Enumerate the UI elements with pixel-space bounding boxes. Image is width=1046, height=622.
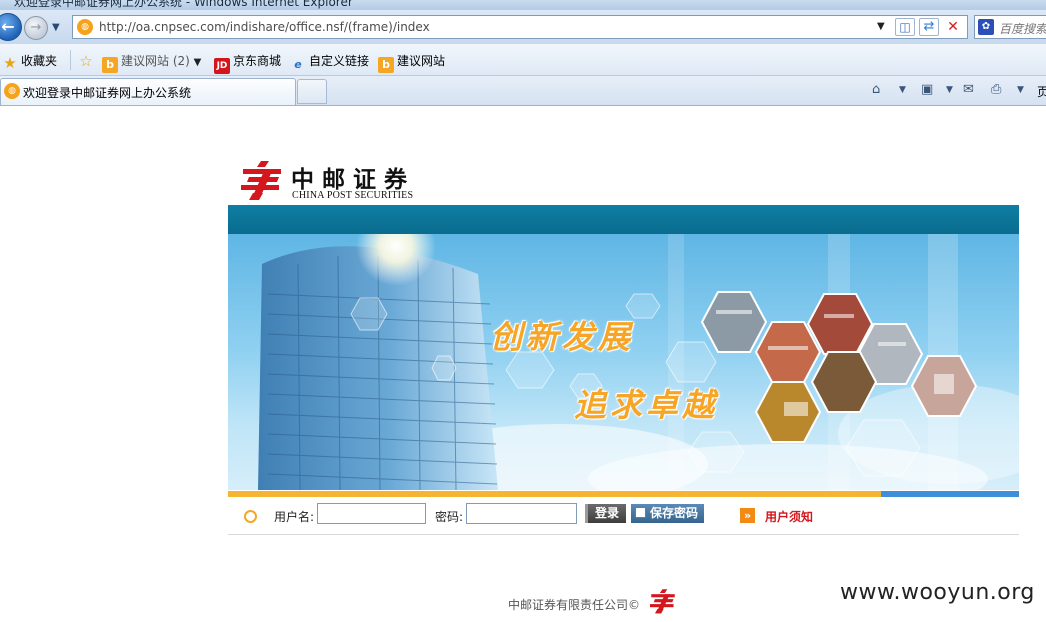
china-post-logo-icon: [241, 161, 281, 200]
banner-header-strip: [228, 205, 1019, 234]
stop-icon[interactable]: ✕: [943, 18, 963, 36]
password-label: 密码:: [435, 510, 464, 524]
search-placeholder[interactable]: 百度搜索: [999, 20, 1046, 37]
slogan-excellence: 追求卓越: [574, 386, 719, 424]
password-input[interactable]: [466, 503, 577, 524]
favorites-bar: ★ 收藏夹 ☆ b 建议网站 (2) ▼ JD 京东商城 e 自定义链接 b 建议网站: [0, 44, 1046, 76]
favorite-link-suggested[interactable]: b 建议网站: [378, 52, 445, 73]
slogan-innovation: 创新发展: [490, 318, 635, 356]
add-to-favorites-button[interactable]: ☆: [78, 52, 97, 69]
window-titlebar: 欢迎登录中邮证券网上办公系统 - Windows Internet Explor…: [0, 0, 1046, 10]
print-dropdown-icon[interactable]: ▼: [1017, 85, 1024, 95]
bing-icon: b: [378, 57, 394, 73]
favorites-star-icon: ★: [3, 54, 17, 72]
save-password-label: 保存密码: [650, 506, 699, 520]
tab-title: 欢迎登录中邮证券网上办公系统: [23, 86, 192, 100]
tab-bar: ◍ 欢迎登录中邮证券网上办公系统 ⌂ ▼ ▣ ▼ ✉ ⎙ ▼ 页: [0, 76, 1046, 106]
forward-button[interactable]: →: [24, 16, 48, 40]
favorite-link-suggested-sites[interactable]: b 建议网站 (2) ▼: [102, 52, 201, 73]
user-notice-link[interactable]: 用户须知: [765, 508, 813, 525]
username-label: 用户名:: [274, 510, 315, 524]
page-menu-button[interactable]: 页: [1037, 83, 1046, 100]
home-icon[interactable]: ⌂: [872, 82, 880, 97]
tab-favicon-icon: ◍: [4, 83, 20, 99]
back-button[interactable]: ←: [0, 13, 22, 41]
bing-icon: b: [102, 57, 118, 73]
new-tab-button[interactable]: [297, 79, 327, 104]
banner-artwork: [258, 234, 1019, 490]
tab-current[interactable]: ◍ 欢迎登录中邮证券网上办公系统: [0, 78, 296, 105]
login-form: 用户名: 密码: 登录 保存密码 » 用户须知: [228, 497, 1019, 535]
favorite-link-jd[interactable]: JD 京东商城: [214, 52, 281, 74]
footer-copyright: 中邮证券有限责任公司©: [508, 598, 641, 612]
search-box[interactable]: ✿ 百度搜索: [974, 15, 1046, 39]
double-arrow-icon: »: [740, 508, 755, 523]
compatibility-view-icon[interactable]: ◫: [895, 18, 915, 36]
address-dropdown-icon[interactable]: ▼: [877, 21, 885, 32]
login-button[interactable]: 登录: [585, 504, 626, 523]
watermark-text: www.wooyun.org: [840, 580, 1035, 605]
home-dropdown-icon[interactable]: ▼: [899, 85, 906, 95]
url-text[interactable]: http://oa.cnpsec.com/indishare/office.ns…: [99, 20, 430, 34]
address-bar[interactable]: ◍ http://oa.cnpsec.com/indishare/office.…: [72, 15, 968, 39]
rss-feed-icon[interactable]: ▣: [921, 82, 933, 97]
site-favicon-icon: ◍: [77, 19, 93, 35]
footer-china-post-logo-icon: [650, 589, 675, 614]
jd-icon: JD: [214, 58, 230, 74]
history-dropdown-icon[interactable]: ▼: [52, 22, 60, 33]
favorites-button[interactable]: ★ 收藏夹: [2, 52, 57, 71]
hero-banner: 创新发展 追求卓越: [228, 234, 1019, 490]
baidu-search-icon: ✿: [978, 19, 994, 35]
bullet-ring-icon: [244, 510, 257, 523]
checkbox-icon[interactable]: [635, 507, 646, 518]
favorite-link-custom[interactable]: e 自定义链接: [290, 52, 369, 73]
print-icon[interactable]: ⎙: [991, 82, 1001, 97]
window-title: 欢迎登录中邮证券网上办公系统 - Windows Internet Explor…: [14, 0, 353, 9]
username-input[interactable]: [317, 503, 426, 524]
save-password-checkbox[interactable]: 保存密码: [631, 504, 704, 523]
add-favorite-star-icon: ☆: [79, 52, 93, 70]
chevron-down-icon: ▼: [193, 57, 202, 68]
favorites-divider: [70, 50, 71, 70]
mail-icon[interactable]: ✉: [963, 82, 974, 97]
logo-english-name: CHINA POST SECURITIES: [292, 190, 414, 201]
navigation-bar: ← → ▼ ◍ http://oa.cnpsec.com/indishare/o…: [0, 10, 1046, 44]
refresh-icon[interactable]: ⇄: [919, 18, 939, 36]
logo-chinese-name: 中邮证券: [291, 166, 415, 193]
feed-dropdown-icon[interactable]: ▼: [946, 85, 953, 95]
ie-page-icon: e: [294, 58, 302, 71]
